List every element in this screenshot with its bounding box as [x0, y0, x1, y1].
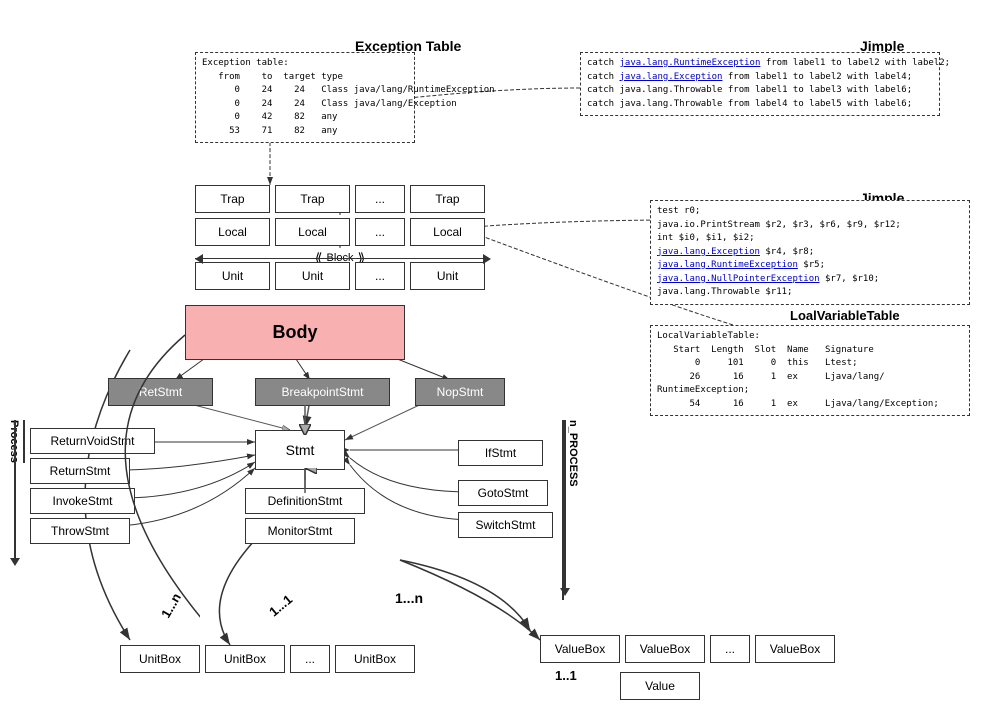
diagram-container: Exception Table Exception table: from to…	[0, 0, 998, 720]
value-box-row-2: ValueBox	[625, 635, 705, 663]
unit-box-1: Unit	[195, 262, 270, 290]
unit-box-row-n: UnitBox	[335, 645, 415, 673]
return-void-stmt-box: ReturnVoidStmt	[30, 428, 155, 454]
cardinality-11: 1...1	[266, 592, 295, 620]
process-label: Process	[8, 420, 25, 463]
goto-stmt-box: GotoStmt	[458, 480, 548, 506]
if-stmt-box: IfStmt	[458, 440, 543, 466]
unit-box-2: Unit	[275, 262, 350, 290]
unit-box-ellipsis: ...	[290, 645, 330, 673]
cardinality-1n-bottom: 1...n	[395, 590, 423, 606]
definition-stmt-box: DefinitionStmt	[245, 488, 365, 514]
nop-stmt-box: NopStmt	[415, 378, 505, 406]
value-box-row-n: ValueBox	[755, 635, 835, 663]
switch-stmt-box: SwitchStmt	[458, 512, 553, 538]
throw-stmt-box: ThrowStmt	[30, 518, 130, 544]
local-box-n: Local	[410, 218, 485, 246]
jimple-text-1: catch java.lang.RuntimeException from la…	[587, 58, 950, 109]
local-box-2: Local	[275, 218, 350, 246]
ret-stmt-box: RetStmt	[108, 378, 213, 406]
process-arrow-head	[10, 558, 20, 566]
local-box-1: Local	[195, 218, 270, 246]
unit-box-row-2: UnitBox	[205, 645, 285, 673]
value-box: Value	[620, 672, 700, 700]
trap-box-2: Trap	[275, 185, 350, 213]
monitor-stmt-box: MonitorStmt	[245, 518, 355, 544]
stmt-box: Stmt	[255, 430, 345, 470]
trap-box-n: Trap	[410, 185, 485, 213]
jimple-code-1: catch java.lang.RuntimeException from la…	[580, 52, 940, 116]
trap-ellipsis: ...	[355, 185, 405, 213]
value-box-row-1: ValueBox	[540, 635, 620, 663]
cardinality-11-bottom: 1..1	[555, 668, 577, 683]
local-ellipsis: ...	[355, 218, 405, 246]
value-box-ellipsis: ...	[710, 635, 750, 663]
n-process-arrow-line	[564, 420, 566, 590]
exception-table-text: Exception table: from to target type 0 2…	[202, 58, 495, 136]
return-stmt-box: ReturnStmt	[30, 458, 130, 484]
cardinality-1n-left: 1...n	[158, 590, 184, 620]
jimple-code-2: test r0; java.io.PrintStream $r2, $r3, $…	[650, 200, 970, 305]
breakpoint-stmt-box: BreakpointStmt	[255, 378, 390, 406]
process-arrow-line	[14, 420, 16, 560]
block-arrow-left	[195, 254, 203, 264]
trap-box-1: Trap	[195, 185, 270, 213]
local-variable-table-code: LocalVariableTable: Start Length Slot Na…	[650, 325, 970, 416]
invoke-stmt-box: InvokeStmt	[30, 488, 135, 514]
body-box: Body	[185, 305, 405, 360]
block-arrow-right	[483, 254, 491, 264]
unit-ellipsis: ...	[355, 262, 405, 290]
local-variable-table-label: LoalVariableTable	[790, 308, 900, 323]
unit-box-row-1: UnitBox	[120, 645, 200, 673]
n-process-arrow-head	[560, 588, 570, 596]
unit-box-n: Unit	[410, 262, 485, 290]
exception-table-code: Exception table: from to target type 0 2…	[195, 52, 415, 143]
block-arrow-line	[195, 258, 485, 259]
